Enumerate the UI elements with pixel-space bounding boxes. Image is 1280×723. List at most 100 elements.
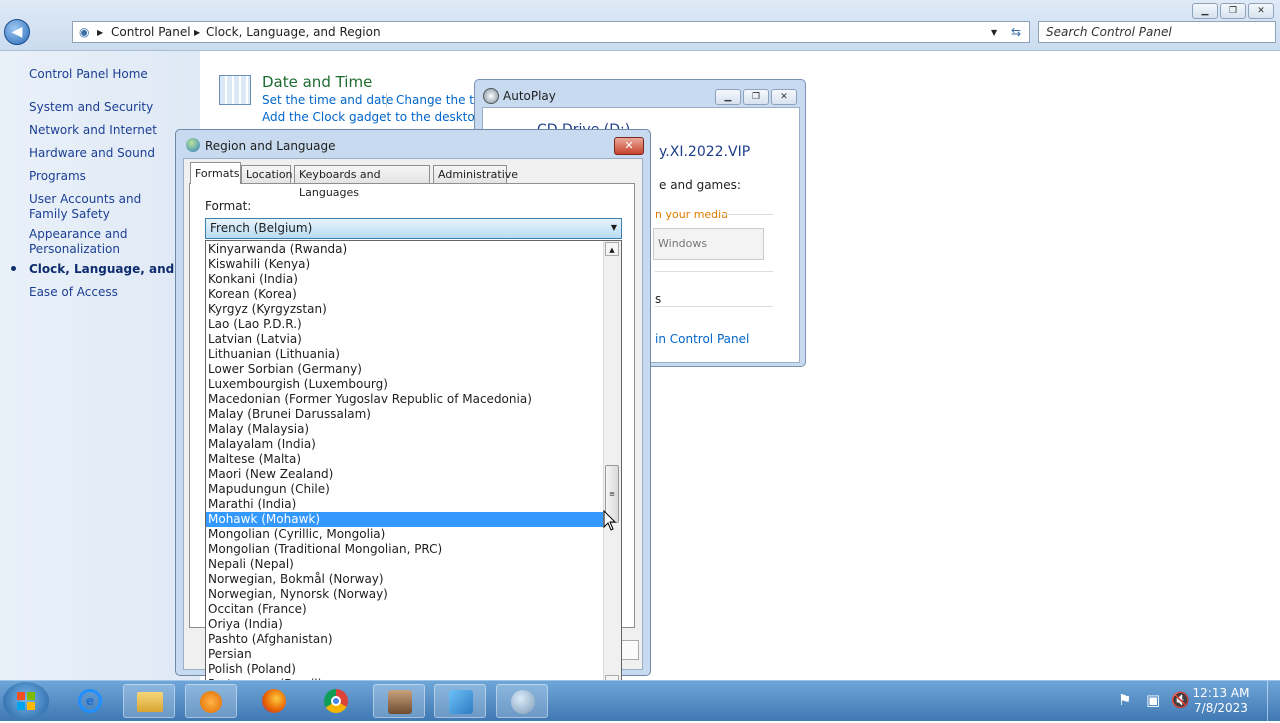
dropdown-option[interactable]: Mapudungun (Chile) [206, 482, 604, 497]
dropdown-option[interactable]: Lao (Lao P.D.R.) [206, 317, 604, 332]
autoplay-icon [483, 88, 499, 104]
windows-option-button[interactable]: Windows [653, 228, 764, 260]
nav-clock-language-region[interactable]: Clock, Language, and Region [29, 262, 177, 277]
mouse-cursor-icon [603, 510, 617, 531]
partially-hidden-button[interactable] [619, 640, 639, 660]
current-page-bullet [11, 266, 16, 271]
taskbar-firefox[interactable] [248, 684, 300, 718]
dropdown-option[interactable]: Persian [206, 647, 604, 662]
set-time-date-link[interactable]: Set the time and date [262, 93, 393, 107]
breadcrumb-clock-language-region[interactable]: Clock, Language, and Region [206, 25, 381, 39]
dropdown-option[interactable]: Kyrgyz (Kyrgyzstan) [206, 302, 604, 317]
nav-network-internet[interactable]: Network and Internet [29, 123, 189, 138]
dialog-title: Region and Language [205, 139, 336, 153]
clock-time: 12:13 AM [1192, 686, 1250, 700]
dropdown-option[interactable]: Malay (Malaysia) [206, 422, 604, 437]
nav-user-accounts[interactable]: User Accounts and Family Safety [29, 192, 179, 222]
autoplay-control-panel-link[interactable]: in Control Panel [655, 332, 749, 346]
tab-location[interactable]: Location [241, 165, 293, 183]
tab-keyboards-languages[interactable]: Keyboards and Languages [294, 165, 430, 199]
format-combobox[interactable]: French (Belgium) ▼ [205, 218, 622, 239]
refresh-icon[interactable]: ⇆ [1011, 25, 1021, 39]
change-time-zone-link[interactable]: Change the ti [396, 93, 477, 107]
dropdown-option[interactable]: Kiswahili (Kenya) [206, 257, 604, 272]
system-clock[interactable]: 12:13 AM 7/8/2023 [1186, 686, 1256, 716]
maximize-button[interactable]: ❐ [1220, 3, 1246, 19]
dropdown-options: Kinyarwanda (Rwanda) Kiswahili (Kenya) Kon… [206, 242, 604, 691]
dropdown-option[interactable]: Pashto (Afghanistan) [206, 632, 604, 647]
window-controls: ▁ ❐ ✕ [1190, 2, 1274, 19]
autoplay-close-button[interactable]: ✕ [771, 89, 797, 105]
taskbar-file-explorer[interactable] [123, 684, 175, 718]
autoplay-maximize-button[interactable]: ❐ [743, 89, 769, 105]
dropdown-option[interactable]: Mohawk (Mohawk) [206, 512, 604, 527]
clock-date: 7/8/2023 [1194, 701, 1248, 715]
nav-programs[interactable]: Programs [29, 169, 189, 184]
close-window-button[interactable]: ✕ [1248, 3, 1274, 19]
dropdown-option[interactable]: Kinyarwanda (Rwanda) [206, 242, 604, 257]
nav-hardware-sound[interactable]: Hardware and Sound [29, 146, 189, 161]
divider-line [655, 306, 773, 307]
dropdown-option[interactable]: Korean (Korea) [206, 287, 604, 302]
dropdown-scrollbar[interactable]: ▲ ≡ ▼ [603, 241, 621, 691]
tab-formats[interactable]: Formats [190, 162, 241, 184]
nav-home[interactable]: Control Panel Home [29, 67, 189, 82]
address-bar[interactable]: ◉ ▶ Control Panel ▶ Clock, Language, and… [72, 21, 1030, 43]
dropdown-option[interactable]: Malay (Brunei Darussalam) [206, 407, 604, 422]
autoplay-minimize-button[interactable]: ▁ [715, 89, 741, 105]
autoplay-title: AutoPlay [503, 89, 556, 103]
dropdown-option[interactable]: Polish (Poland) [206, 662, 604, 677]
dropdown-option[interactable]: Occitan (France) [206, 602, 604, 617]
dropdown-option[interactable]: Nepali (Nepal) [206, 557, 604, 572]
search-input[interactable]: Search Control Panel [1038, 21, 1276, 43]
dropdown-option[interactable]: Lithuanian (Lithuania) [206, 347, 604, 362]
dropdown-option[interactable]: Norwegian, Bokmål (Norway) [206, 572, 604, 587]
chevron-down-icon[interactable]: ▼ [991, 28, 997, 37]
dropdown-option[interactable]: Latvian (Latvia) [206, 332, 604, 347]
minimize-button[interactable]: ▁ [1192, 3, 1218, 19]
chevron-down-icon[interactable]: ▼ [611, 223, 617, 232]
network-icon[interactable]: ▣ [1146, 691, 1160, 709]
dialog-close-button[interactable]: ✕ [614, 137, 644, 155]
dropdown-option[interactable]: Maori (New Zealand) [206, 467, 604, 482]
section-title[interactable]: Date and Time [262, 73, 372, 91]
tab-administrative[interactable]: Administrative [433, 165, 518, 183]
folder-icon [137, 692, 163, 712]
dropdown-option[interactable]: Mongolian (Traditional Mongolian, PRC) [206, 542, 604, 557]
taskbar-chrome[interactable] [310, 684, 362, 718]
taskbar-control-panel[interactable] [434, 684, 486, 718]
nav-ease-of-access[interactable]: Ease of Access [29, 285, 189, 300]
dropdown-option[interactable]: Norwegian, Nynorsk (Norway) [206, 587, 604, 602]
globe-icon [186, 138, 200, 152]
autoplay-text-options: s [655, 292, 662, 306]
dropdown-option[interactable]: Lower Sorbian (Germany) [206, 362, 604, 377]
divider-line [723, 214, 773, 215]
scroll-up-arrow-icon[interactable]: ▲ [605, 242, 619, 256]
dropdown-option[interactable]: Mongolian (Cyrillic, Mongolia) [206, 527, 604, 542]
back-button[interactable]: ◀ [4, 19, 30, 45]
breadcrumb-control-panel[interactable]: Control Panel [111, 25, 191, 39]
control-panel-icon: ◉ [79, 25, 90, 39]
dropdown-option[interactable]: Macedonian (Former Yugoslav Republic of … [206, 392, 604, 407]
left-navigation: Control Panel Home System and Security N… [0, 51, 200, 680]
action-center-flag-icon[interactable]: ⚑ [1118, 691, 1131, 709]
taskbar-media-player[interactable] [185, 684, 237, 718]
format-dropdown-list[interactable]: Kinyarwanda (Rwanda) Kiswahili (Kenya) Kon… [205, 240, 622, 692]
combobox-value: French (Belgium) [210, 221, 313, 235]
taskbar-internet-explorer[interactable]: e [64, 684, 116, 718]
control-panel-icon [449, 690, 473, 714]
add-clock-gadget-link[interactable]: Add the Clock gadget to the desktop [262, 110, 482, 124]
link-divider [386, 93, 387, 107]
dropdown-option[interactable]: Marathi (India) [206, 497, 604, 512]
nav-appearance[interactable]: Appearance and Personalization [29, 227, 149, 257]
taskbar-region-language[interactable] [496, 684, 548, 718]
dropdown-option[interactable]: Luxembourgish (Luxembourg) [206, 377, 604, 392]
dropdown-option[interactable]: Malayalam (India) [206, 437, 604, 452]
dropdown-option[interactable]: Oriya (India) [206, 617, 604, 632]
dropdown-option[interactable]: Maltese (Malta) [206, 452, 604, 467]
dropdown-option[interactable]: Konkani (India) [206, 272, 604, 287]
taskbar-user-accounts[interactable] [373, 684, 425, 718]
nav-system-security[interactable]: System and Security [29, 100, 189, 115]
start-button[interactable] [3, 682, 49, 720]
show-desktop-button[interactable] [1267, 681, 1280, 721]
